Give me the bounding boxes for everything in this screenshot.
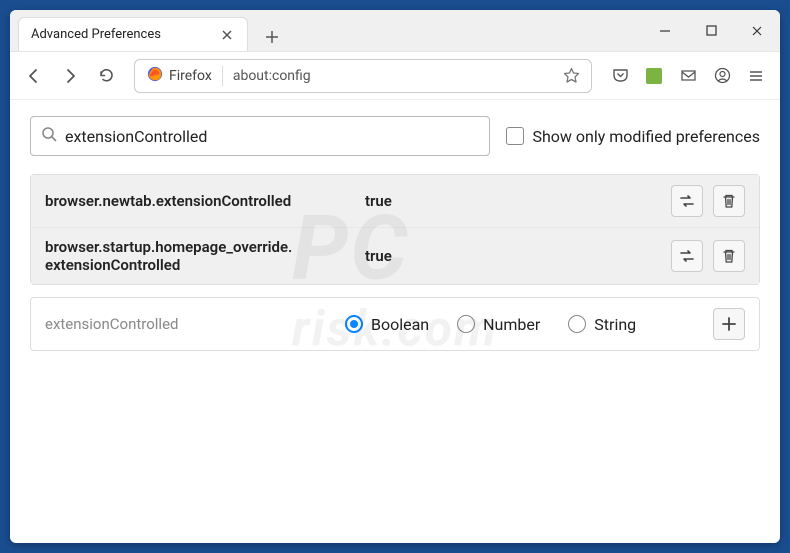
browser-window: Advanced Preferences Firefox about bbox=[10, 10, 780, 543]
url-text[interactable]: about:config bbox=[227, 68, 557, 84]
search-input[interactable] bbox=[65, 127, 479, 146]
nav-toolbar: Firefox about:config bbox=[10, 52, 780, 100]
tab-title: Advanced Preferences bbox=[31, 27, 219, 42]
search-row: Show only modified preferences bbox=[30, 116, 760, 156]
pref-name: browser.startup.homepage_override.extens… bbox=[45, 238, 365, 274]
delete-button[interactable] bbox=[713, 185, 745, 217]
radio-icon bbox=[345, 315, 363, 333]
delete-button[interactable] bbox=[713, 240, 745, 272]
close-tab-icon[interactable] bbox=[219, 27, 235, 43]
close-window-button[interactable] bbox=[734, 10, 780, 52]
bookmark-star-icon[interactable] bbox=[557, 62, 585, 90]
search-box[interactable] bbox=[30, 116, 490, 156]
about-config-content: Show only modified preferences browser.n… bbox=[10, 100, 780, 543]
toolbar-right bbox=[604, 60, 772, 92]
minimize-button[interactable] bbox=[642, 10, 688, 52]
pref-actions bbox=[671, 240, 745, 272]
active-tab[interactable]: Advanced Preferences bbox=[18, 17, 248, 51]
pref-actions bbox=[713, 308, 745, 340]
show-modified-checkbox[interactable]: Show only modified preferences bbox=[506, 127, 760, 146]
identity-box[interactable]: Firefox bbox=[141, 66, 218, 86]
back-button[interactable] bbox=[18, 60, 50, 92]
url-separator bbox=[222, 66, 223, 86]
new-pref-name: extensionControlled bbox=[45, 315, 345, 333]
pref-name: browser.newtab.extensionControlled bbox=[45, 192, 365, 210]
type-options: Boolean Number String bbox=[345, 315, 713, 334]
radio-label: Boolean bbox=[371, 315, 429, 334]
checkbox-icon bbox=[506, 127, 524, 145]
menu-icon[interactable] bbox=[740, 60, 772, 92]
search-icon bbox=[41, 126, 57, 146]
add-button[interactable] bbox=[713, 308, 745, 340]
pref-row[interactable]: browser.newtab.extensionControlled true bbox=[31, 175, 759, 228]
pref-list: browser.newtab.extensionControlled true … bbox=[30, 174, 760, 285]
radio-icon bbox=[568, 315, 586, 333]
inbox-icon[interactable] bbox=[672, 60, 704, 92]
radio-number[interactable]: Number bbox=[457, 315, 540, 334]
radio-label: String bbox=[594, 315, 636, 334]
titlebar: Advanced Preferences bbox=[10, 10, 780, 52]
account-icon[interactable] bbox=[706, 60, 738, 92]
radio-label: Number bbox=[483, 315, 540, 334]
forward-button[interactable] bbox=[54, 60, 86, 92]
new-pref-list: extensionControlled Boolean Number Strin… bbox=[30, 297, 760, 351]
new-tab-button[interactable] bbox=[258, 23, 286, 51]
radio-string[interactable]: String bbox=[568, 315, 636, 334]
tab-strip: Advanced Preferences bbox=[10, 10, 286, 51]
radio-icon bbox=[457, 315, 475, 333]
radio-boolean[interactable]: Boolean bbox=[345, 315, 429, 334]
pref-actions bbox=[671, 185, 745, 217]
maximize-button[interactable] bbox=[688, 10, 734, 52]
pref-value: true bbox=[365, 247, 671, 265]
pref-row[interactable]: browser.startup.homepage_override.extens… bbox=[31, 228, 759, 284]
pocket-icon[interactable] bbox=[604, 60, 636, 92]
window-controls bbox=[642, 10, 780, 52]
identity-label: Firefox bbox=[169, 68, 212, 84]
new-pref-row: extensionControlled Boolean Number Strin… bbox=[31, 298, 759, 350]
firefox-icon bbox=[147, 66, 163, 86]
pref-value: true bbox=[365, 192, 671, 210]
reload-button[interactable] bbox=[90, 60, 122, 92]
toggle-button[interactable] bbox=[671, 185, 703, 217]
url-bar[interactable]: Firefox about:config bbox=[134, 59, 592, 93]
toggle-button[interactable] bbox=[671, 240, 703, 272]
checkbox-label: Show only modified preferences bbox=[532, 127, 760, 146]
extension-icon[interactable] bbox=[638, 60, 670, 92]
